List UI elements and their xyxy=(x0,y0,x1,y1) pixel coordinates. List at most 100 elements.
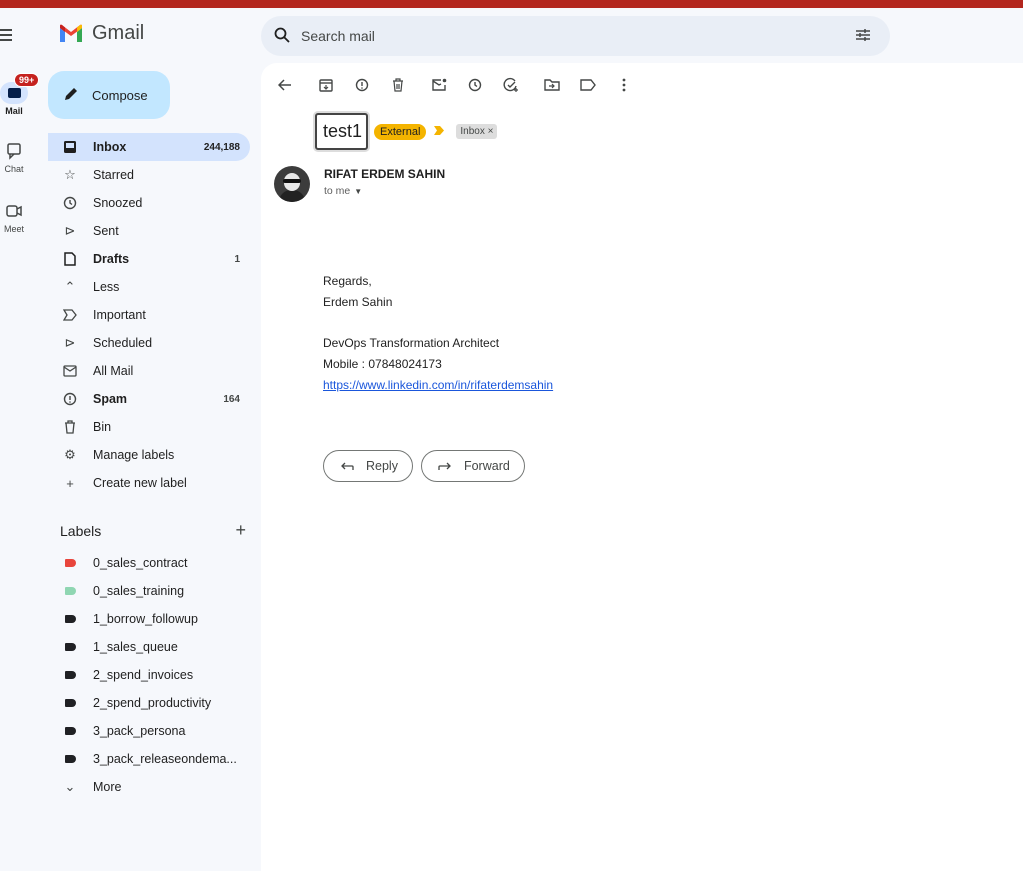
forward-button[interactable]: Forward xyxy=(420,450,525,482)
nav-less[interactable]: ⌃ Less xyxy=(48,273,250,301)
labels-title: Labels xyxy=(60,522,102,539)
label-tag-icon xyxy=(62,555,78,571)
important-icon xyxy=(62,307,78,323)
move-to-icon[interactable] xyxy=(542,75,562,95)
label-icon[interactable] xyxy=(578,75,598,95)
forward-icon xyxy=(438,459,452,474)
archive-icon[interactable] xyxy=(316,75,336,95)
linkedin-link[interactable]: https://www.linkedin.com/in/rifaterdemsa… xyxy=(323,378,553,392)
nav-create-label[interactable]: + Create new label xyxy=(48,469,250,497)
app-rail: 99+ Mail Chat Meet xyxy=(0,8,40,871)
all-mail-icon xyxy=(62,363,78,379)
nav-drafts[interactable]: Drafts 1 xyxy=(48,245,250,273)
inbox-label-chip[interactable]: Inbox × xyxy=(456,124,498,139)
label-item[interactable]: 1_sales_queue xyxy=(48,633,250,661)
sender-avatar[interactable] xyxy=(274,166,310,202)
subject-row: test1 External Inbox × xyxy=(315,113,498,150)
star-icon: ☆ xyxy=(64,167,76,182)
clock-icon xyxy=(62,195,78,211)
rail-mail[interactable]: 99+ Mail xyxy=(0,73,40,116)
nav-scheduled[interactable]: ⊳ Scheduled xyxy=(48,329,250,357)
label-item[interactable]: 0_sales_contract xyxy=(48,549,250,577)
sender-block: RIFAT ERDEM SAHIN to me ▼ xyxy=(274,166,445,202)
forward-label: Forward xyxy=(463,459,510,473)
mail-icon: 99+ xyxy=(0,73,40,104)
label-item[interactable]: 2_spend_productivity xyxy=(48,689,250,717)
email-toolbar xyxy=(275,73,650,97)
reply-actions: Reply Forward xyxy=(323,450,533,482)
back-arrow-icon[interactable] xyxy=(275,75,295,95)
nav-inbox[interactable]: Inbox 244,188 xyxy=(48,133,250,161)
labels-header: Labels + xyxy=(60,520,246,541)
compose-label: Compose xyxy=(92,87,148,103)
recipient-details[interactable]: to me ▼ xyxy=(324,185,445,197)
nav-snoozed[interactable]: Snoozed xyxy=(48,189,250,217)
body-regards: Regards, xyxy=(323,274,372,288)
snooze-icon[interactable] xyxy=(465,75,485,95)
label-tag-icon xyxy=(62,695,78,711)
add-task-icon[interactable] xyxy=(501,75,521,95)
nav-important[interactable]: Important xyxy=(48,301,250,329)
label-tag-icon xyxy=(62,611,78,627)
search-bar xyxy=(261,16,890,56)
send-icon: ⊳ xyxy=(64,223,76,238)
scheduled-icon: ⊳ xyxy=(64,335,76,350)
reply-icon xyxy=(340,459,354,474)
plus-icon: + xyxy=(66,475,74,491)
mark-unread-icon[interactable] xyxy=(429,75,449,95)
label-tag-icon xyxy=(62,723,78,739)
search-options-icon[interactable] xyxy=(854,27,872,46)
rail-meet-label: Meet xyxy=(3,224,24,234)
rail-chat[interactable]: Chat xyxy=(0,140,36,174)
recipient-text: to me xyxy=(324,185,351,197)
add-label-icon[interactable]: + xyxy=(235,520,246,541)
more-vert-icon[interactable] xyxy=(614,75,634,95)
inbox-chip-label: Inbox xyxy=(460,126,485,137)
label-tag-icon xyxy=(62,667,78,683)
video-icon xyxy=(0,200,28,222)
main-menu-icon[interactable] xyxy=(0,26,18,46)
unread-badge: 99+ xyxy=(14,73,40,87)
gmail-logo[interactable]: Gmail xyxy=(58,22,144,45)
label-item[interactable]: 2_spend_invoices xyxy=(48,661,250,689)
delete-icon[interactable] xyxy=(388,75,408,95)
label-item[interactable]: 3_pack_releaseondema... xyxy=(48,745,250,773)
inbox-icon xyxy=(62,139,78,155)
draft-icon xyxy=(62,251,78,267)
label-item[interactable]: 3_pack_persona xyxy=(48,717,250,745)
label-item[interactable]: 0_sales_training xyxy=(48,577,250,605)
remove-label-icon[interactable]: × xyxy=(488,126,494,137)
email-subject: test1 xyxy=(315,113,369,150)
email-view: test1 External Inbox × RIFAT ERDEM SAHIN… xyxy=(261,63,1023,871)
trash-icon xyxy=(62,419,78,435)
important-marker-icon[interactable] xyxy=(434,125,445,138)
compose-button[interactable]: Compose xyxy=(48,71,170,119)
body-name: Erdem Sahin xyxy=(323,295,393,309)
nav-starred[interactable]: ☆ Starred xyxy=(48,161,250,189)
app-name: Gmail xyxy=(92,22,145,44)
chevron-down-icon: ⌄ xyxy=(64,779,76,794)
gmail-m-icon xyxy=(58,24,84,44)
nav-all-mail[interactable]: All Mail xyxy=(48,357,250,385)
gear-icon: ⚙ xyxy=(64,447,76,462)
nav-spam[interactable]: Spam 164 xyxy=(48,385,250,413)
nav-sent[interactable]: ⊳ Sent xyxy=(48,217,250,245)
chevron-up-icon: ⌃ xyxy=(64,279,76,294)
sender-name[interactable]: RIFAT ERDEM SAHIN xyxy=(324,167,445,181)
body-title: DevOps Transformation Architect xyxy=(323,336,500,350)
rail-meet[interactable]: Meet xyxy=(0,200,36,234)
labels-list: 0_sales_contract 0_sales_training 1_borr… xyxy=(48,549,250,801)
email-body: Regards, Erdem Sahin DevOps Transformati… xyxy=(323,271,553,396)
search-input[interactable] xyxy=(301,28,854,44)
nav-manage-labels[interactable]: ⚙ Manage labels xyxy=(48,441,250,469)
top-accent-bar xyxy=(0,0,1023,8)
report-spam-icon[interactable] xyxy=(352,75,372,95)
label-item[interactable]: 1_borrow_followup xyxy=(48,605,250,633)
caret-down-icon: ▼ xyxy=(354,186,363,196)
labels-more[interactable]: ⌄ More xyxy=(48,773,250,801)
spam-icon xyxy=(62,391,78,407)
body-mobile: Mobile : 07848024173 xyxy=(323,357,442,371)
reply-button[interactable]: Reply xyxy=(323,450,413,482)
search-icon[interactable] xyxy=(273,26,291,47)
nav-bin[interactable]: Bin xyxy=(48,413,250,441)
